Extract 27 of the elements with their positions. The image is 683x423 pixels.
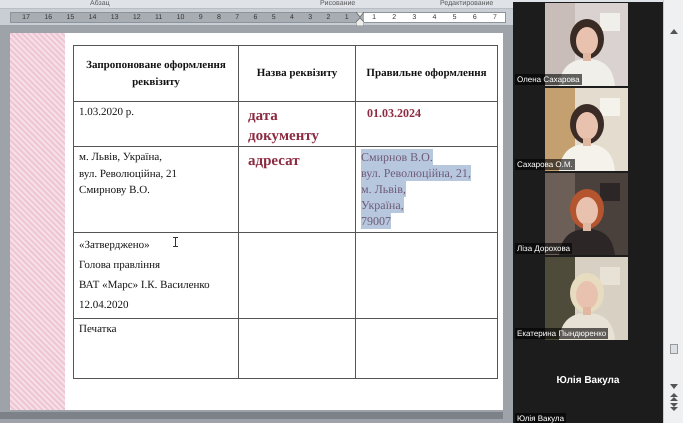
participant-label: Ліза Дорохова	[515, 243, 572, 254]
horizontal-scrollbar[interactable]	[0, 412, 503, 419]
cell-text: «Затверджено»	[79, 238, 150, 253]
cell-text: 12.04.2020	[79, 298, 128, 313]
answer-text: 01.03.2024	[366, 105, 421, 122]
text-cursor-icon	[173, 237, 178, 247]
cell-text: Печатка	[79, 323, 117, 335]
participant-label: Екатерина Пындюренко	[515, 328, 608, 340]
cell-text: 1.03.2020 р.	[79, 106, 134, 118]
column-header: Назва реквізиту	[256, 67, 338, 80]
previous-page-icon[interactable]	[670, 393, 678, 401]
cell-text: м. Львів, Україна, вул. Революційна, 21 Смирнову В.О.	[79, 151, 177, 196]
column-header: Запропоноване оформлення реквізиту	[86, 59, 226, 88]
scroll-down-icon[interactable]	[670, 384, 678, 390]
participant-label: Сахарова О.М.	[515, 158, 575, 170]
indent-marker-icon[interactable]	[356, 12, 364, 26]
cell-text: Голова правління	[79, 258, 160, 273]
answer-text: адресат	[247, 152, 300, 171]
scroll-thumb[interactable]	[670, 344, 678, 354]
participant-label: Олена Сахарова	[515, 74, 582, 85]
next-page-icon[interactable]	[670, 403, 678, 411]
cell-text: ВАТ «Марс» І.К. Василенко	[79, 278, 210, 293]
column-header: Правильне оформлення	[366, 67, 487, 80]
scroll-up-icon[interactable]	[670, 28, 678, 34]
scrollbar[interactable]	[663, 0, 683, 423]
participant-name: Юлія Вакула	[556, 374, 620, 388]
participant-label: Юлія Вакула	[515, 412, 566, 423]
